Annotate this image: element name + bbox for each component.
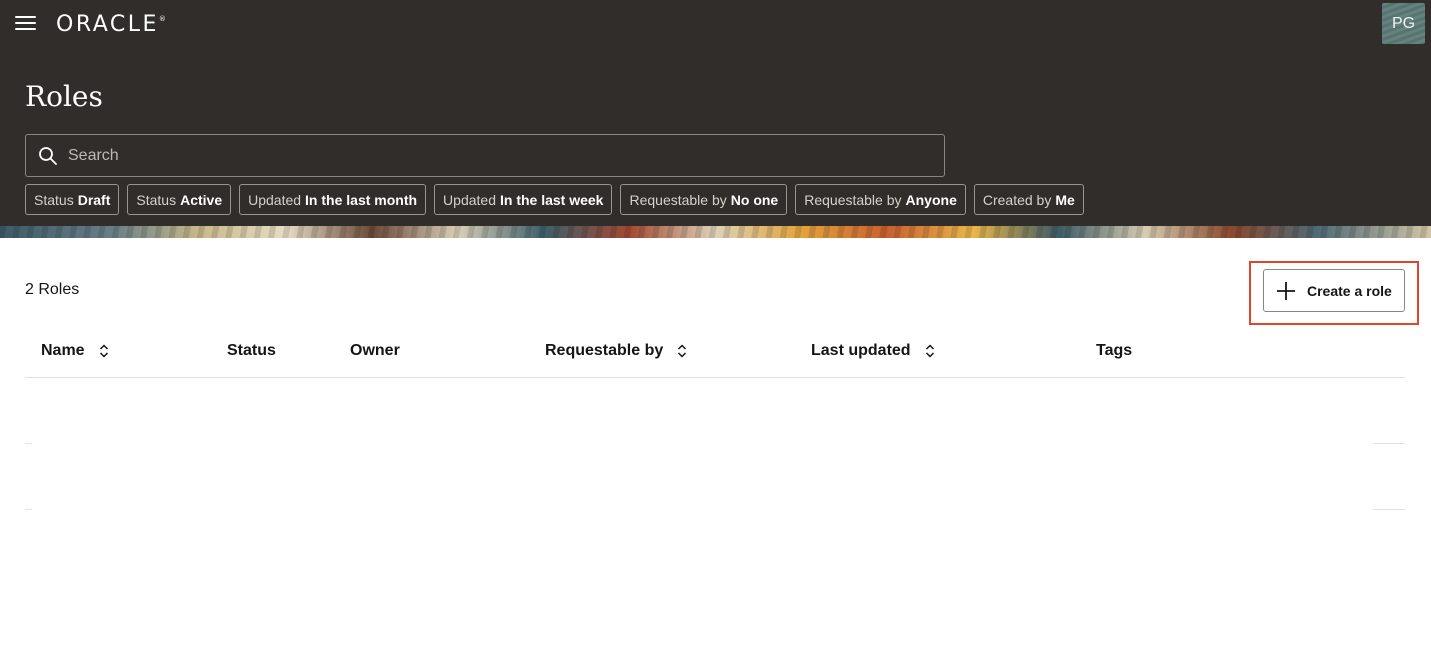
row-divider: [25, 443, 32, 444]
chip-key: Requestable by: [629, 191, 727, 208]
filter-chip-requestable-no-one[interactable]: Requestable by No one: [620, 184, 788, 215]
filter-chip-updated-month[interactable]: Updated In the last month: [239, 184, 427, 215]
user-avatar[interactable]: PG: [1382, 3, 1425, 44]
results-count: 2 Roles: [25, 281, 80, 298]
chip-key: Updated: [248, 191, 302, 208]
row-divider: [1373, 509, 1405, 510]
create-role-label: Create a role: [1307, 283, 1392, 299]
chip-value: Me: [1055, 191, 1075, 208]
chip-value: Anyone: [905, 191, 957, 208]
search-bar[interactable]: [25, 134, 945, 177]
table-header-divider: [25, 377, 1405, 378]
chip-key: Status: [34, 191, 74, 208]
chip-value: In the last week: [499, 191, 604, 208]
chip-key: Status: [136, 191, 177, 208]
chip-value: No one: [730, 191, 779, 208]
page-header: ORACLE® PG Roles Status Draft Status Act…: [0, 0, 1431, 238]
chip-value: Draft: [77, 191, 111, 208]
search-input[interactable]: [68, 135, 928, 176]
filter-chip-status-draft[interactable]: Status Draft: [25, 184, 120, 215]
sort-icon[interactable]: [99, 344, 109, 358]
row-divider: [25, 509, 32, 510]
menu-icon[interactable]: [15, 15, 36, 31]
column-header-tags: Tags: [1096, 342, 1132, 360]
chip-key: Requestable by: [804, 191, 902, 208]
row-divider: [1373, 443, 1405, 444]
filter-chip-status-active[interactable]: Status Active: [127, 184, 232, 215]
filter-chip-requestable-anyone[interactable]: Requestable by Anyone: [795, 184, 966, 215]
filter-chip-updated-week[interactable]: Updated In the last week: [434, 184, 613, 215]
column-label: Requestable by: [545, 342, 664, 359]
chip-key: Created by: [982, 191, 1052, 208]
oracle-logo[interactable]: ORACLE®: [56, 12, 166, 37]
column-header-requestable-by: Requestable by: [545, 342, 687, 360]
plus-icon: [1277, 282, 1295, 300]
column-label: Status: [227, 342, 276, 359]
page-title: Roles: [25, 80, 103, 113]
column-label: Last updated: [811, 342, 911, 359]
column-header-owner: Owner: [350, 342, 400, 360]
column-header-status: Status: [227, 342, 276, 360]
filter-chip-created-by-me[interactable]: Created by Me: [973, 184, 1084, 215]
column-label: Owner: [350, 342, 400, 359]
column-header-last-updated: Last updated: [811, 342, 935, 360]
search-icon: [39, 147, 57, 165]
chip-value: In the last month: [305, 191, 418, 208]
sort-icon[interactable]: [677, 344, 687, 358]
decorative-banner: [0, 226, 1431, 238]
filter-chips: Status Draft Status Active Updated In th…: [25, 184, 1084, 215]
column-label: Name: [41, 342, 85, 359]
column-header-name: Name: [41, 342, 109, 360]
chip-key: Updated: [443, 191, 496, 208]
sort-icon[interactable]: [925, 344, 935, 358]
chip-value: Active: [180, 191, 223, 208]
create-role-button[interactable]: Create a role: [1263, 269, 1405, 312]
column-label: Tags: [1096, 342, 1133, 359]
